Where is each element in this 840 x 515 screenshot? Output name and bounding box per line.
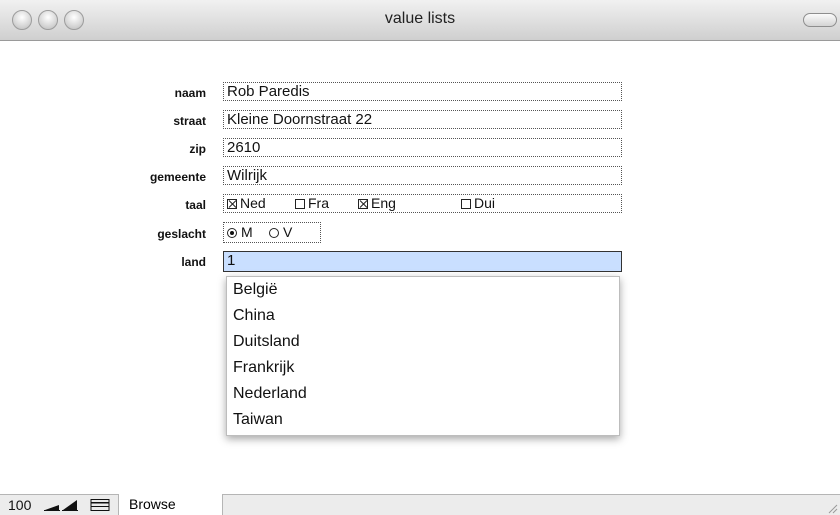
- taal-option-fra[interactable]: Fra: [295, 196, 329, 211]
- zip-label: zip: [189, 142, 206, 156]
- taal-option-ned[interactable]: Ned: [227, 196, 266, 211]
- taal-label: taal: [185, 198, 206, 212]
- radio-icon: [269, 228, 279, 238]
- taal-option-label: Eng: [371, 195, 396, 211]
- dropdown-item-frankrijk[interactable]: Frankrijk: [227, 355, 619, 381]
- geslacht-option-v[interactable]: V: [269, 225, 292, 240]
- status-toggle-icon[interactable]: [90, 499, 110, 511]
- dropdown-item-china[interactable]: China: [227, 303, 619, 329]
- zoom-in-icon[interactable]: [62, 499, 78, 511]
- geslacht-label: geslacht: [157, 227, 206, 241]
- dropdown-item-nederland[interactable]: Nederland: [227, 381, 619, 407]
- checkbox-icon: [358, 199, 368, 209]
- land-field[interactable]: 1: [223, 251, 622, 272]
- naam-field[interactable]: Rob Paredis: [223, 82, 622, 101]
- straat-field[interactable]: Kleine Doornstraat 22: [223, 110, 622, 129]
- straat-label: straat: [173, 114, 206, 128]
- window: value lists naam Rob Paredis straat Klei…: [0, 0, 840, 515]
- dropdown-item-taiwan[interactable]: Taiwan: [227, 407, 619, 433]
- gemeente-field[interactable]: Wilrijk: [223, 166, 622, 185]
- zip-field[interactable]: 2610: [223, 138, 622, 157]
- radio-icon: [227, 228, 237, 238]
- zoom-out-icon[interactable]: [44, 499, 60, 511]
- geslacht-option-m[interactable]: M: [227, 225, 253, 240]
- taal-option-label: Ned: [240, 195, 266, 211]
- zoom-level[interactable]: 100: [8, 497, 31, 513]
- taal-option-eng[interactable]: Eng: [358, 196, 396, 211]
- taal-option-label: Fra: [308, 195, 329, 211]
- taal-option-label: Dui: [474, 195, 496, 211]
- title-bar: value lists: [0, 0, 840, 41]
- naam-label: naam: [174, 86, 206, 100]
- dropdown-item-duitsland[interactable]: Duitsland: [227, 329, 619, 355]
- window-title: value lists: [384, 10, 456, 27]
- mode-browse-tab[interactable]: Browse: [118, 494, 223, 515]
- checkbox-icon: [227, 199, 237, 209]
- checkbox-icon: [295, 199, 305, 209]
- geslacht-radio-group: M V: [223, 222, 321, 243]
- geslacht-option-label: V: [283, 224, 293, 240]
- taal-checkbox-group: Ned Fra Eng Dui: [223, 194, 622, 213]
- status-bar: 100 Browse: [0, 494, 840, 515]
- checkbox-icon: [461, 199, 471, 209]
- dropdown-item-belgie[interactable]: België: [227, 277, 619, 303]
- land-dropdown-list: België China Duitsland Frankrijk Nederla…: [226, 276, 620, 436]
- resize-grip-icon[interactable]: [826, 502, 838, 514]
- toolbar-toggle-button[interactable]: [803, 13, 837, 27]
- gemeente-label: gemeente: [149, 170, 206, 184]
- land-label: land: [181, 255, 206, 269]
- taal-option-dui[interactable]: Dui: [461, 196, 495, 211]
- geslacht-option-label: M: [241, 224, 253, 240]
